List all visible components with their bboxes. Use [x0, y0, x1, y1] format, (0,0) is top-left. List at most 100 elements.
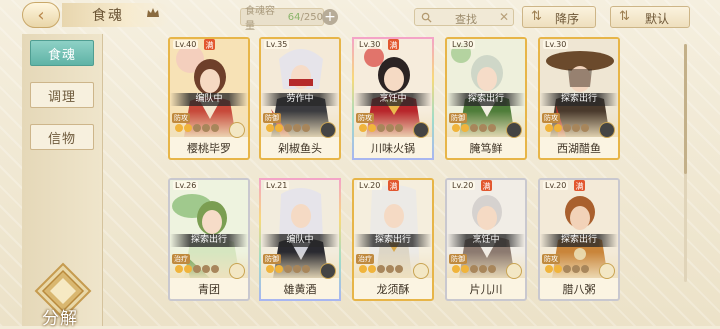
star-rating-icon: [175, 124, 219, 132]
level-label: Lv.30: [450, 40, 476, 49]
tab-label: 食魂: [47, 47, 76, 63]
star-rating-icon: [452, 124, 496, 132]
element-icon: [229, 122, 245, 138]
status-badge: 探索出行: [170, 234, 248, 247]
back-button[interactable]: ‹: [22, 2, 60, 28]
close-icon[interactable]: ✕: [499, 10, 509, 24]
capacity-max: 250: [303, 11, 323, 23]
svg-text:满: 满: [390, 181, 398, 191]
level-label: Lv.20: [357, 181, 383, 190]
add-capacity-button[interactable]: +: [322, 9, 338, 25]
level-label: Lv.35: [264, 40, 290, 49]
tab-conditioning[interactable]: 调理: [30, 82, 94, 108]
sort-arrows-icon: ⇅: [531, 9, 542, 24]
role-tag: 防攻: [172, 113, 190, 123]
level-label: Lv.40: [173, 40, 199, 49]
star-rating-icon: [266, 124, 310, 132]
search-input[interactable]: 查找 ✕: [414, 8, 514, 26]
food-soul-card[interactable]: Lv.21 编队中 防御 雄黄酒: [259, 178, 341, 301]
rarity-badge-icon: 满: [574, 180, 585, 191]
sort-order-button[interactable]: ⇅ 降序: [522, 6, 596, 28]
scrollbar-thumb[interactable]: [684, 44, 687, 174]
role-tag: 防攻: [542, 113, 560, 123]
element-icon: [599, 122, 615, 138]
svg-text:满: 满: [206, 40, 214, 50]
level-label: Lv.26: [173, 181, 199, 190]
rarity-badge-icon: 满: [388, 180, 399, 191]
element-icon: [413, 122, 429, 138]
search-icon: [421, 12, 432, 23]
card-name: 西湖醋鱼: [557, 142, 601, 155]
food-soul-card[interactable]: Lv.20 满 烹饪中 防御 片儿川: [445, 178, 527, 301]
element-icon: [229, 263, 245, 279]
rarity-badge-icon: 满: [204, 39, 215, 50]
level-label: Lv.20: [543, 181, 569, 190]
plus-icon: +: [324, 9, 336, 25]
tab-tokens[interactable]: 信物: [30, 124, 94, 150]
card-name: 川味火锅: [371, 142, 415, 155]
svg-text:满: 满: [390, 40, 398, 50]
sort-order-label: 降序: [555, 12, 580, 26]
food-soul-card[interactable]: Lv.40 满 编队中 防攻 樱桃毕罗: [168, 37, 250, 160]
level-label: Lv.30: [543, 40, 569, 49]
card-name: 片儿川: [469, 283, 503, 296]
card-name: 腌笃鲜: [469, 142, 503, 155]
top-bar: ‹ 食魂 食魂容量 64 / 250 + 查找 ✕ ⇅ 降序 ⇅ 默认: [0, 0, 720, 32]
role-tag: 治疗: [356, 254, 374, 264]
sort-default-button[interactable]: ⇅ 默认: [610, 6, 690, 28]
role-tag: 防御: [263, 254, 281, 264]
capacity-label: 食魂容量: [245, 6, 275, 32]
tab-label: 调理: [47, 89, 76, 105]
element-icon: [506, 263, 522, 279]
crown-icon: [147, 8, 159, 17]
star-rating-icon: [452, 265, 496, 273]
search-placeholder: 查找: [455, 13, 477, 26]
status-badge: 探索出行: [447, 93, 525, 106]
chevron-left-icon: ‹: [37, 4, 45, 26]
food-soul-card[interactable]: Lv.20 满 探索出行 防攻 腊八粥: [538, 178, 620, 301]
star-rating-icon: [359, 124, 403, 132]
tab-food-souls[interactable]: 食魂: [30, 40, 94, 66]
level-label: Lv.21: [264, 181, 290, 190]
sidebar: 食魂 调理 信物 分解: [22, 34, 103, 329]
star-rating-icon: [545, 124, 589, 132]
capacity-current: 64: [287, 11, 301, 23]
level-label: Lv.30: [357, 40, 383, 49]
card-name: 龙须酥: [376, 283, 410, 296]
food-soul-card[interactable]: Lv.30 探索出行 防攻 西湖醋鱼: [538, 37, 620, 160]
role-tag: 防攻: [542, 254, 560, 264]
status-badge: 探索出行: [540, 93, 618, 106]
role-tag: 防御: [449, 254, 467, 264]
sort-arrows-icon: ⇅: [619, 9, 630, 24]
role-tag: 治疗: [172, 254, 190, 264]
rarity-badge-icon: 满: [388, 39, 399, 50]
element-icon: [320, 122, 336, 138]
decompose-label: 分解: [42, 309, 78, 329]
element-icon: [413, 263, 429, 279]
card-name: 青团: [198, 283, 220, 296]
capacity-display: 食魂容量 64 / 250: [240, 6, 324, 32]
role-tag: 防攻: [356, 113, 374, 123]
rarity-badge-icon: 满: [481, 180, 492, 191]
tab-label: 信物: [47, 131, 76, 147]
level-label: Lv.20: [450, 181, 476, 190]
food-soul-card[interactable]: Lv.35 劳作中 防御 剁椒鱼头: [259, 37, 341, 160]
page-title: 食魂: [92, 8, 124, 24]
svg-text:满: 满: [576, 181, 584, 191]
star-rating-icon: [359, 265, 403, 273]
sort-default-label: 默认: [645, 12, 670, 26]
food-soul-card[interactable]: Lv.20 满 探索出行 治疗 龙须酥: [352, 178, 434, 301]
star-rating-icon: [545, 265, 589, 273]
status-badge: 探索出行: [354, 234, 432, 247]
status-badge: 烹饪中: [447, 234, 525, 247]
status-badge: 烹饪中: [354, 93, 432, 106]
food-soul-card[interactable]: Lv.30 满 烹饪中 防攻 川味火锅: [352, 37, 434, 160]
status-badge: 编队中: [170, 93, 248, 106]
element-icon: [599, 263, 615, 279]
food-soul-card[interactable]: Lv.30 探索出行 防御 腌笃鲜: [445, 37, 527, 160]
food-soul-card[interactable]: Lv.26 探索出行 治疗 青团: [168, 178, 250, 301]
star-rating-icon: [266, 265, 310, 273]
card-name: 剁椒鱼头: [278, 142, 322, 155]
card-name: 雄黄酒: [283, 283, 317, 296]
svg-text:满: 满: [483, 181, 491, 191]
